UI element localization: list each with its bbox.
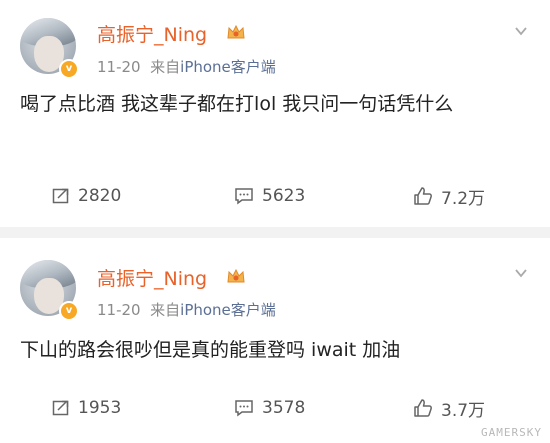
source-prefix: 来自 (150, 58, 181, 76)
like-count: 7.2万 (441, 188, 486, 209)
crown-icon (227, 24, 245, 39)
action-bar: 1953 3578 3.7万 (0, 393, 550, 423)
comment-count: 5623 (262, 186, 306, 206)
thumbs-up-icon (414, 187, 432, 205)
repost-count: 1953 (78, 398, 122, 418)
post-meta: 11-20 来自iPhone客户端 (97, 299, 276, 320)
source-prefix: 来自 (150, 301, 181, 319)
repost-icon (52, 400, 69, 416)
post-source[interactable]: iPhone客户端 (180, 301, 276, 319)
post-content: 下山的路会很吵但是真的能重登吗 iwait 加油 (20, 339, 401, 361)
chevron-down-icon[interactable] (514, 24, 528, 38)
crown-icon (227, 268, 245, 283)
repost-button[interactable]: 2820 (52, 181, 121, 211)
chevron-down-icon[interactable] (514, 266, 528, 280)
verified-badge-icon: v (59, 301, 79, 321)
weibo-post: v 高振宁_Ning 11-20 来自iPhone客户端 喝了点比酒 我这辈子都… (0, 0, 550, 227)
comment-button[interactable]: 3578 (234, 393, 305, 423)
repost-button[interactable]: 1953 (52, 393, 121, 423)
repost-icon (52, 188, 69, 204)
verified-badge-icon: v (59, 59, 79, 79)
post-source[interactable]: iPhone客户端 (180, 58, 276, 76)
thumbs-up-icon (414, 399, 432, 417)
comment-icon (235, 188, 253, 205)
post-date: 11-20 (97, 58, 141, 76)
like-button[interactable]: 7.2万 (413, 181, 485, 211)
like-button[interactable]: 3.7万 (413, 393, 485, 423)
like-count: 3.7万 (441, 400, 486, 421)
repost-count: 2820 (78, 186, 122, 206)
username[interactable]: 高振宁_Ning (97, 264, 207, 291)
post-content: 喝了点比酒 我这辈子都在打lol 我只问一句话凭什么 (20, 93, 454, 115)
watermark: GAMERSKY (481, 426, 542, 439)
comment-button[interactable]: 5623 (234, 181, 305, 211)
post-date: 11-20 (97, 301, 141, 319)
username[interactable]: 高振宁_Ning (97, 20, 207, 47)
comment-icon (235, 400, 253, 417)
post-meta: 11-20 来自iPhone客户端 (97, 56, 276, 77)
weibo-post: v 高振宁_Ning 11-20 来自iPhone客户端 下山的路会很吵但是真的… (0, 238, 550, 443)
action-bar: 2820 5623 7.2万 (0, 181, 550, 211)
comment-count: 3578 (262, 398, 306, 418)
